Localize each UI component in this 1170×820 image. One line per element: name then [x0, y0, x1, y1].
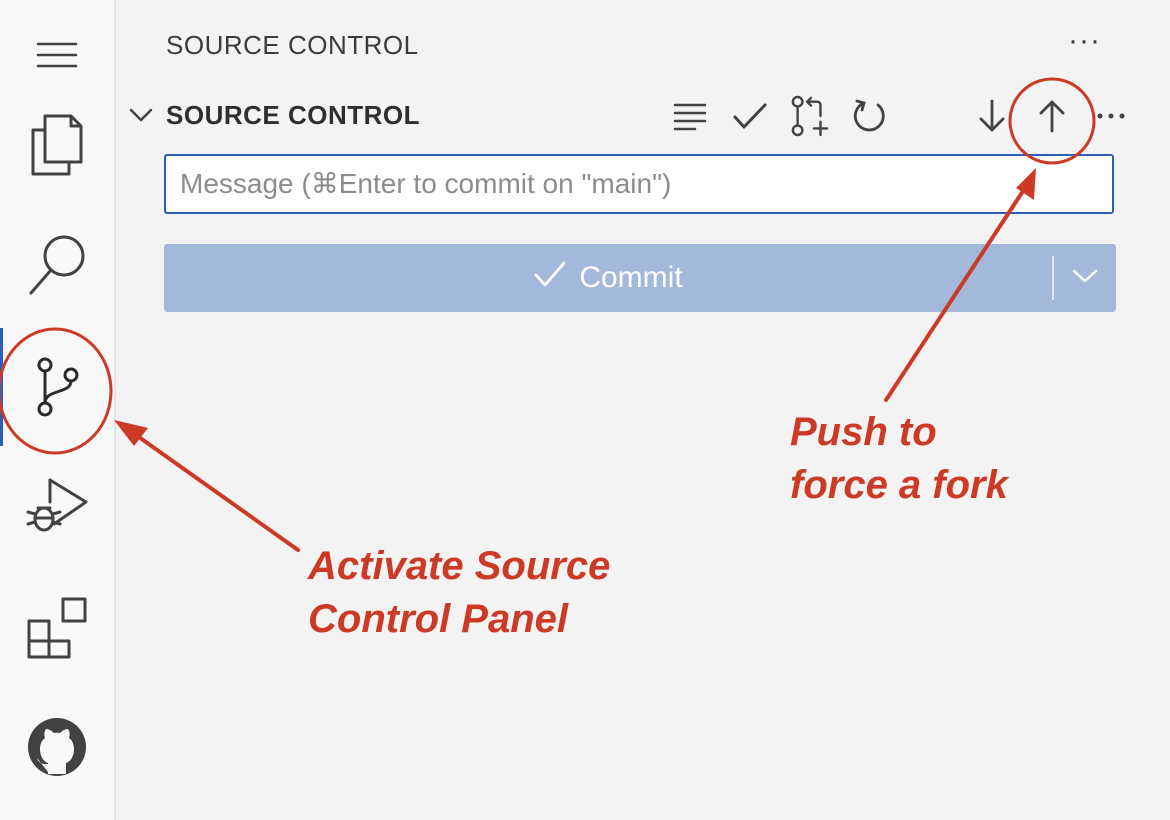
create-pull-request-icon[interactable]: [790, 94, 830, 138]
panel-title: SOURCE CONTROL: [166, 30, 419, 60]
refresh-icon[interactable]: [850, 94, 890, 138]
activity-bar: [0, 0, 116, 820]
extensions-icon[interactable]: [0, 572, 114, 682]
push-annotation: Push to force a fork: [790, 406, 1008, 512]
commit-button-label: Commit: [579, 261, 683, 294]
source-control-panel: SOURCE CONTROL ··· SOURCE CONTROL Messag…: [116, 0, 1170, 820]
chevron-down-icon[interactable]: [128, 102, 154, 133]
section-title: SOURCE CONTROL: [166, 100, 420, 130]
push-annotation-line-1: Push to: [790, 410, 937, 454]
activate-annotation: Activate Source Control Panel: [308, 540, 610, 646]
commit-message-input[interactable]: [164, 154, 1114, 214]
activate-annotation-line-1: Activate Source: [308, 544, 611, 588]
commit-button-main[interactable]: Commit: [164, 244, 1052, 312]
view-as-tree-icon[interactable]: [670, 94, 710, 138]
commit-check-icon[interactable]: [730, 94, 770, 138]
commit-dropdown-button[interactable]: [1054, 244, 1116, 312]
section-header[interactable]: SOURCE CONTROL: [116, 94, 1170, 138]
check-icon: [533, 259, 567, 297]
chevron-down-icon: [1072, 268, 1098, 289]
activate-annotation-line-2: Control Panel: [308, 597, 569, 641]
pull-arrow-down-icon[interactable]: [972, 94, 1012, 138]
run-debug-icon[interactable]: [0, 450, 114, 560]
github-icon[interactable]: [0, 692, 114, 802]
panel-more-actions-button[interactable]: ···: [1068, 24, 1101, 58]
search-icon[interactable]: [0, 210, 114, 320]
explorer-icon[interactable]: [0, 90, 114, 200]
commit-button[interactable]: Commit: [164, 244, 1116, 312]
push-annotation-line-2: force a fork: [790, 463, 1008, 507]
push-arrow-up-icon[interactable]: [1032, 94, 1072, 138]
source-control-icon[interactable]: [0, 332, 114, 442]
more-actions-icon[interactable]: [1094, 94, 1128, 138]
